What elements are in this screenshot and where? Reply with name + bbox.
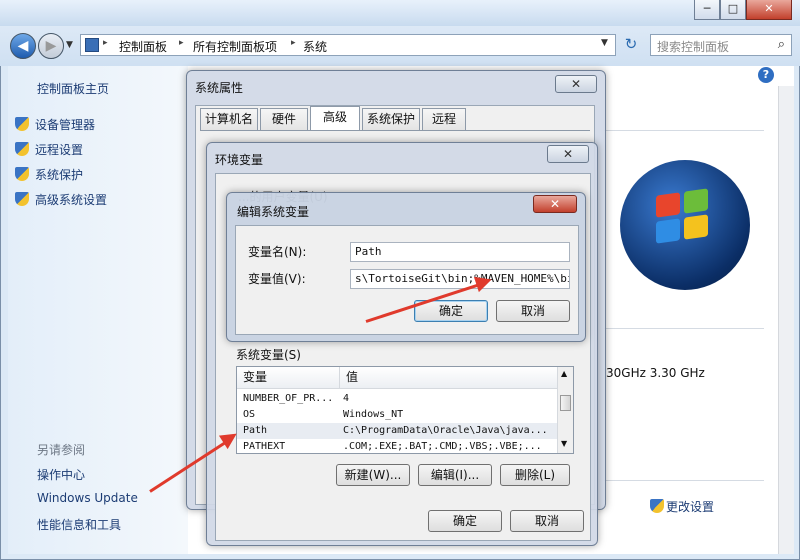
breadcrumb-control-panel[interactable]: 控制面板 (119, 38, 167, 55)
scroll-down-icon[interactable]: ▼ (561, 439, 567, 448)
variable-name-input[interactable]: Path (350, 242, 570, 262)
breadcrumb-all-items[interactable]: 所有控制面板项 (193, 38, 277, 55)
row-name: OS (243, 409, 256, 420)
ok-button[interactable]: 确定 (428, 510, 502, 532)
edit-system-variable-dialog: 编辑系统变量 ✕ 变量名(N): Path 变量值(V): s\Tortoise… (226, 192, 586, 342)
change-settings-link[interactable]: 更改设置 (650, 498, 714, 515)
minimize-button[interactable]: ─ (694, 0, 720, 20)
row-name: PATHEXT (243, 441, 286, 452)
breadcrumb-system[interactable]: 系统 (303, 38, 327, 55)
dialog-title: 系统属性 (195, 81, 244, 95)
performance-info-link[interactable]: 性能信息和工具 (37, 516, 121, 533)
cpu-speed: 30GHz 3.30 GHz (606, 366, 705, 380)
back-button[interactable]: ◀ (10, 33, 36, 59)
variable-value-label: 变量值(V): (248, 272, 306, 286)
close-button[interactable]: ✕ (746, 0, 792, 20)
table-scrollbar[interactable]: ▲ ▼ (557, 367, 573, 453)
windows-update-link[interactable]: Windows Update (37, 491, 138, 505)
variable-name-label: 变量名(N): (248, 245, 307, 259)
refresh-icon[interactable]: ↻ (620, 34, 642, 56)
shield-icon (15, 167, 29, 181)
breadcrumb-separator: ▸ (103, 38, 108, 48)
close-button[interactable]: ✕ (533, 195, 577, 213)
maximize-button[interactable]: □ (720, 0, 746, 20)
close-button[interactable]: ✕ (547, 145, 589, 163)
help-icon[interactable]: ? (758, 67, 774, 83)
row-value: 4 (343, 393, 350, 404)
link-label: 高级系统设置 (35, 193, 108, 207)
divider (604, 328, 764, 329)
action-center-link[interactable]: 操作中心 (37, 466, 85, 483)
divider (604, 480, 764, 481)
control-panel-icon (85, 38, 99, 52)
remote-settings-link[interactable]: 远程设置 (15, 141, 83, 158)
row-name: Path (243, 425, 268, 436)
tab-underline (200, 130, 590, 131)
system-variables-label: 系统变量(S) (236, 348, 301, 362)
row-value: .COM;.EXE;.BAT;.CMD;.VBS;.VBE;... (343, 441, 542, 452)
link-label: 设备管理器 (35, 118, 96, 132)
new-variable-button[interactable]: 新建(W)... (336, 464, 410, 486)
link-label: 更改设置 (666, 500, 715, 514)
dialog-title: 环境变量 (215, 153, 264, 167)
scroll-thumb[interactable] (560, 395, 571, 411)
row-name: NUMBER_OF_PR... (243, 393, 334, 404)
breadcrumb-separator: ▸ (291, 38, 296, 48)
forward-arrow-icon: ▶ (45, 38, 57, 54)
tab-remote[interactable]: 远程 (422, 108, 466, 130)
column-header-value[interactable]: 值 (339, 367, 557, 389)
cancel-button[interactable]: 取消 (510, 510, 584, 532)
cancel-button[interactable]: 取消 (496, 300, 570, 322)
forward-button[interactable]: ▶ (38, 33, 64, 59)
main-scrollbar[interactable] (778, 86, 794, 554)
close-button[interactable]: ✕ (555, 75, 597, 93)
table-row[interactable]: Path C:\ProgramData\Oracle\Java\java... (237, 423, 557, 439)
divider (604, 130, 764, 131)
address-dropdown-icon[interactable]: ▼ (601, 38, 608, 48)
dialog-client: 变量名(N): Path 变量值(V): s\TortoiseGit\bin;%… (235, 225, 579, 335)
address-bar[interactable]: ▸ 控制面板 ▸ 所有控制面板项 ▸ 系统 ▼ (80, 34, 616, 56)
link-label: 远程设置 (35, 143, 84, 157)
table-row[interactable]: OS Windows_NT (237, 407, 557, 423)
variable-value-input[interactable]: s\TortoiseGit\bin;%MAVEN_HOME%\bin; (350, 269, 570, 289)
tab-system-protection[interactable]: 系统保护 (362, 108, 420, 130)
link-label: 系统保护 (35, 168, 84, 182)
dialog-title: 编辑系统变量 (237, 205, 310, 219)
shield-icon (15, 192, 29, 206)
scroll-up-icon[interactable]: ▲ (561, 369, 567, 378)
history-dropdown-icon[interactable]: ▼ (66, 40, 73, 50)
see-also-heading: 另请参阅 (37, 443, 86, 457)
control-panel-home-link[interactable]: 控制面板主页 (37, 80, 109, 97)
left-pane (8, 66, 188, 554)
back-arrow-icon: ◀ (17, 38, 29, 54)
shield-icon (15, 142, 29, 156)
system-variables-table[interactable]: 变量 值 NUMBER_OF_PR... 4 OS Windows_NT Path C… (236, 366, 574, 454)
tab-hardware[interactable]: 硬件 (260, 108, 308, 130)
table-row[interactable]: NUMBER_OF_PR... 4 (237, 391, 557, 407)
search-placeholder: 搜索控制面板 (657, 40, 730, 54)
tab-advanced[interactable]: 高级 (310, 106, 360, 130)
shield-icon (15, 117, 29, 131)
tab-computer-name[interactable]: 计算机名 (200, 108, 258, 130)
table-row[interactable]: PATHEXT .COM;.EXE;.BAT;.CMD;.VBS;.VBE;... (237, 439, 557, 453)
advanced-settings-link[interactable]: 高级系统设置 (15, 191, 107, 208)
title-bar: ─ □ ✕ (0, 0, 800, 26)
search-input[interactable]: 搜索控制面板 ⌕ (650, 34, 792, 56)
system-protection-link[interactable]: 系统保护 (15, 166, 83, 183)
delete-variable-button[interactable]: 删除(L) (500, 464, 570, 486)
row-value: C:\ProgramData\Oracle\Java\java... (343, 425, 548, 436)
search-icon: ⌕ (777, 37, 785, 52)
shield-icon (650, 499, 664, 513)
column-header-variable[interactable]: 变量 (237, 367, 339, 389)
windows-logo-icon (620, 160, 750, 290)
device-manager-link[interactable]: 设备管理器 (15, 116, 95, 133)
breadcrumb-separator: ▸ (179, 38, 184, 48)
row-value: Windows_NT (343, 409, 404, 420)
edit-variable-button[interactable]: 编辑(I)... (418, 464, 492, 486)
